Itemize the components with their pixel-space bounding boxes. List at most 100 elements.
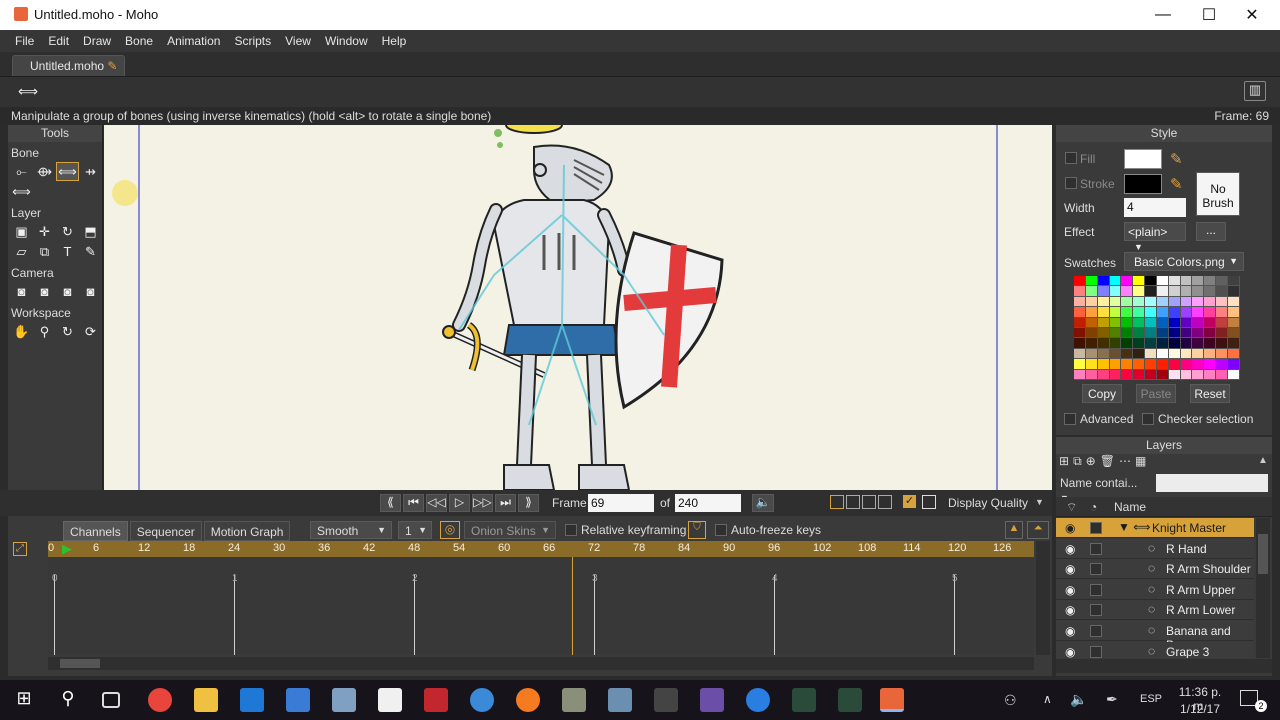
chevron-up-icon[interactable]: ∧ — [1043, 692, 1052, 706]
rotate-layer-icon[interactable]: ↻ — [56, 222, 79, 241]
app-icon[interactable] — [700, 688, 724, 712]
close-button[interactable]: ✕ — [1229, 0, 1275, 30]
curve-flat-icon[interactable]: ⏶ — [1027, 521, 1049, 539]
layer-row[interactable]: ◉ ▼ ⟺ Knight Master — [1056, 518, 1254, 538]
layer-row[interactable]: ◉ ◌ Grape 3 — [1056, 641, 1254, 658]
document-tab[interactable]: Untitled.moho ✎ — [12, 55, 125, 76]
palette-swatch[interactable] — [1156, 338, 1169, 349]
palette-swatch[interactable] — [1133, 348, 1146, 360]
palette-swatch[interactable] — [1192, 286, 1205, 297]
zoom-icon[interactable]: ⚲ — [33, 322, 56, 341]
palette-swatch[interactable] — [1227, 276, 1240, 287]
color-palette[interactable] — [1074, 276, 1240, 380]
menu-scripts[interactable]: Scripts — [227, 34, 278, 48]
advanced-checkbox[interactable] — [1064, 413, 1076, 425]
layer-row[interactable]: ◉ ◌ R Arm Shoulder — [1056, 559, 1254, 580]
edge-icon[interactable] — [240, 688, 264, 712]
layer-lock-checkbox[interactable] — [1090, 645, 1102, 658]
palette-swatch[interactable] — [1204, 307, 1217, 318]
palette-swatch[interactable] — [1074, 286, 1086, 297]
layer-row[interactable]: ◉ ◌ R Arm Lower — [1056, 600, 1254, 621]
select-bone-icon[interactable]: ⟜ — [10, 162, 33, 181]
palette-swatch[interactable] — [1204, 296, 1217, 308]
palette-swatch[interactable] — [1109, 296, 1122, 308]
palette-swatch[interactable] — [1180, 317, 1193, 328]
palette-swatch[interactable] — [1180, 327, 1193, 339]
last-frame-icon[interactable]: ⏭ — [495, 494, 516, 512]
palette-swatch[interactable] — [1168, 286, 1181, 297]
palette-swatch[interactable] — [1227, 286, 1240, 297]
palette-swatch[interactable] — [1156, 348, 1169, 360]
hand-pan-icon[interactable]: ✋ — [10, 322, 33, 341]
palette-swatch[interactable] — [1145, 327, 1157, 339]
palette-swatch[interactable] — [1109, 338, 1122, 349]
palette-swatch[interactable] — [1227, 359, 1240, 370]
palette-swatch[interactable] — [1156, 327, 1169, 339]
palette-swatch[interactable] — [1109, 317, 1122, 328]
palette-swatch[interactable] — [1168, 317, 1181, 328]
layer-row[interactable]: ◉ ◌ R Arm Upper — [1056, 579, 1254, 600]
interval-dropdown[interactable]: 1 ▼ — [398, 521, 432, 539]
width-input[interactable]: 4 — [1124, 198, 1186, 217]
search-icon[interactable]: ⚲ — [56, 688, 80, 712]
palette-swatch[interactable] — [1121, 327, 1134, 339]
palette-swatch[interactable] — [1145, 348, 1157, 360]
palette-swatch[interactable] — [1216, 296, 1228, 308]
palette-swatch[interactable] — [1156, 317, 1169, 328]
palette-swatch[interactable] — [1074, 348, 1086, 360]
palette-swatch[interactable] — [1168, 369, 1181, 380]
palette-swatch[interactable] — [1227, 307, 1240, 318]
paste-style-button[interactable]: Paste — [1136, 384, 1176, 403]
palette-swatch[interactable] — [1097, 338, 1110, 349]
windows-start-icon[interactable]: ⊞ — [12, 688, 36, 712]
palette-swatch[interactable] — [1168, 338, 1181, 349]
camera-roll-icon[interactable]: ◙ — [56, 282, 79, 301]
palette-swatch[interactable] — [1168, 307, 1181, 318]
palette-swatch[interactable] — [1074, 317, 1086, 328]
task-view-icon[interactable] — [102, 692, 120, 708]
text-tool-icon[interactable]: T — [56, 242, 79, 261]
palette-swatch[interactable] — [1121, 317, 1134, 328]
app-icon[interactable] — [746, 688, 770, 712]
palette-swatch[interactable] — [1192, 359, 1205, 370]
palette-swatch[interactable] — [1109, 307, 1122, 318]
palette-swatch[interactable] — [1216, 327, 1228, 339]
frame-view-icon[interactable] — [922, 495, 936, 509]
menu-window[interactable]: Window — [318, 34, 375, 48]
delete-layer-icon[interactable]: 🗑 — [1100, 454, 1115, 469]
file-explorer-icon[interactable] — [194, 688, 218, 712]
palette-swatch[interactable] — [1227, 338, 1240, 349]
palette-swatch[interactable] — [1097, 359, 1110, 370]
onion-skin-icon[interactable]: ◎ — [440, 521, 460, 539]
palette-swatch[interactable] — [1216, 338, 1228, 349]
palette-swatch[interactable] — [1121, 359, 1134, 370]
palette-swatch[interactable] — [1121, 276, 1134, 287]
app-icon[interactable] — [562, 688, 586, 712]
library-book-icon[interactable]: ▥ — [1244, 81, 1266, 101]
layer-lock-checkbox[interactable] — [1090, 625, 1102, 637]
menu-animation[interactable]: Animation — [160, 34, 227, 48]
palette-swatch[interactable] — [1180, 276, 1193, 287]
app-icon[interactable] — [838, 688, 862, 712]
palette-swatch[interactable] — [1156, 286, 1169, 297]
palette-swatch[interactable] — [1204, 276, 1217, 287]
palette-swatch[interactable] — [1085, 307, 1098, 318]
palette-swatch[interactable] — [1085, 296, 1098, 308]
palette-swatch[interactable] — [1133, 338, 1146, 349]
app-icon[interactable] — [792, 688, 816, 712]
palette-swatch[interactable] — [1085, 276, 1098, 287]
checker-selection-checkbox[interactable] — [1142, 413, 1154, 425]
fill-eyedropper-icon[interactable]: ✎ — [1170, 150, 1183, 168]
fill-color-swatch[interactable] — [1124, 149, 1162, 169]
palette-swatch[interactable] — [1133, 359, 1146, 370]
palette-swatch[interactable] — [1204, 359, 1217, 370]
minimize-button[interactable]: — — [1140, 0, 1186, 30]
palette-swatch[interactable] — [1074, 369, 1086, 380]
palette-swatch[interactable] — [1145, 286, 1157, 297]
palette-swatch[interactable] — [1180, 296, 1193, 308]
palette-swatch[interactable] — [1133, 327, 1146, 339]
palette-swatch[interactable] — [1168, 296, 1181, 308]
effect-dropdown[interactable]: <plain> ▼ — [1124, 222, 1186, 252]
palette-swatch[interactable] — [1085, 338, 1098, 349]
palette-swatch[interactable] — [1156, 307, 1169, 318]
